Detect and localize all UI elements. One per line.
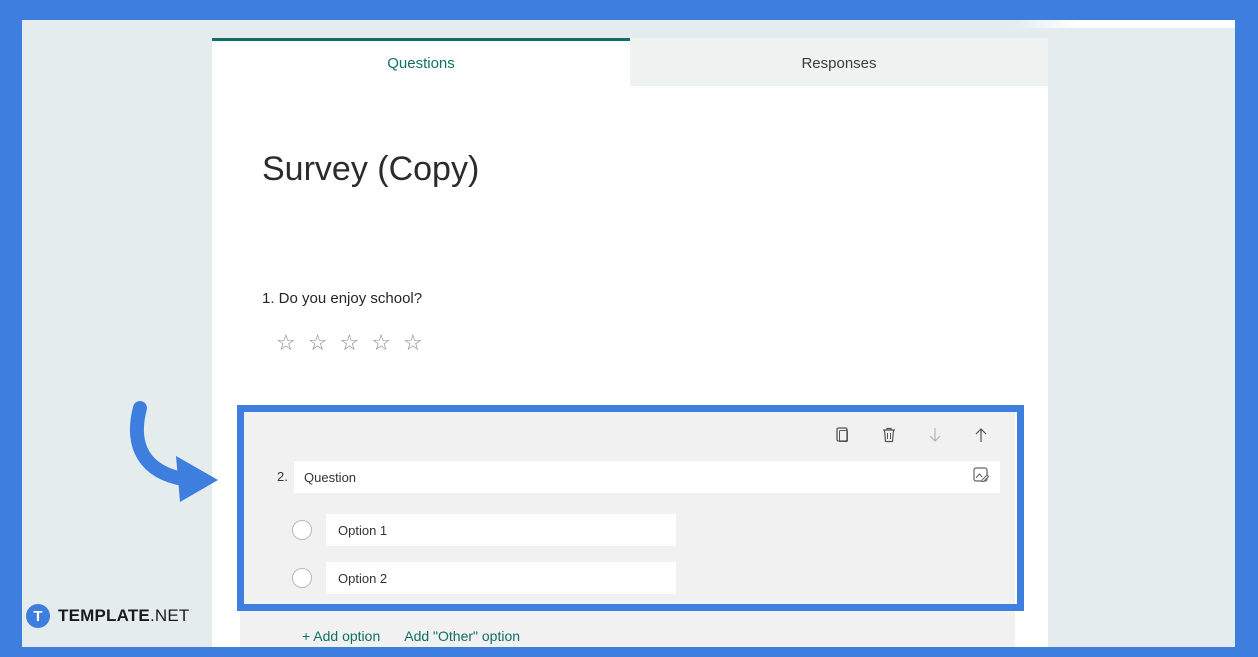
add-option-label: Add option — [313, 628, 381, 644]
star-icon[interactable]: ☆ — [308, 332, 328, 354]
question-1-label[interactable]: 1. Do you enjoy school? — [262, 290, 422, 307]
star-icon[interactable]: ☆ — [371, 332, 391, 354]
template-net-logo: T TEMPLATE.NET — [22, 602, 194, 630]
rating-stars: ☆ ☆ ☆ ☆ ☆ — [276, 332, 423, 354]
add-option-button[interactable]: + Add option — [302, 628, 380, 644]
highlight-box — [237, 405, 1024, 611]
logo-mark: T — [26, 604, 50, 628]
plus-icon: + — [302, 628, 314, 644]
logo-name: TEMPLATE — [58, 606, 150, 625]
tab-bar: Questions Responses — [212, 38, 1048, 86]
logo-text: TEMPLATE.NET — [58, 606, 189, 626]
top-strip — [1012, 20, 1235, 28]
star-icon[interactable]: ☆ — [276, 332, 296, 354]
form-title[interactable]: Survey (Copy) — [262, 150, 479, 189]
tab-responses[interactable]: Responses — [630, 38, 1048, 86]
add-other-option-button[interactable]: Add "Other" option — [404, 628, 520, 644]
add-option-row: + Add option Add "Other" option — [302, 628, 520, 644]
star-icon[interactable]: ☆ — [339, 332, 359, 354]
pointer-arrow-icon — [129, 401, 218, 502]
logo-suffix: .NET — [149, 606, 190, 625]
tab-questions[interactable]: Questions — [212, 38, 630, 86]
star-icon[interactable]: ☆ — [403, 332, 423, 354]
